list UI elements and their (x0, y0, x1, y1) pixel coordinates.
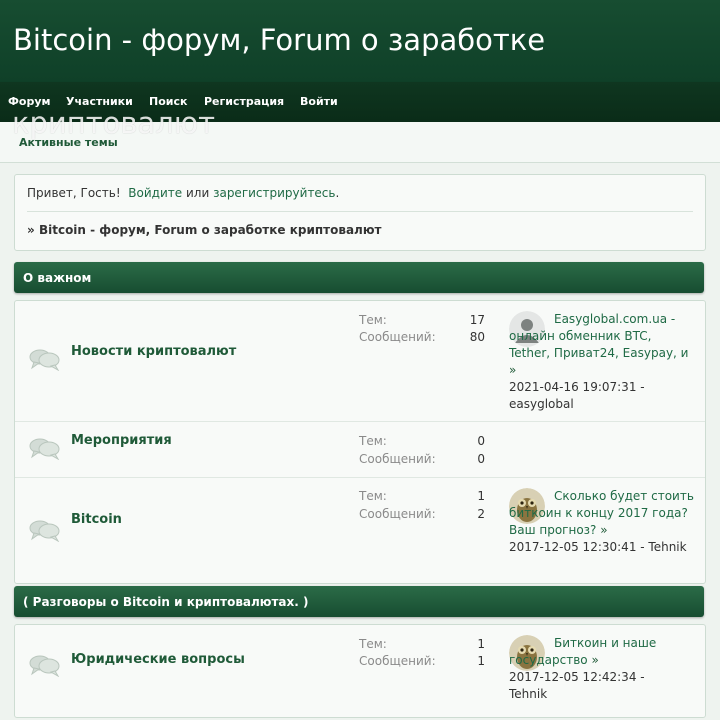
site-header: Bitcoin - форум, Forum о заработке (0, 0, 720, 82)
posts-label: Сообщений: (359, 452, 436, 466)
board-bubbles-icon (29, 653, 61, 677)
topics-label: Тем: (359, 313, 387, 327)
topics-count: 17 (469, 313, 485, 327)
board-row: Новости криптовалют Тем: 17 Сообщений: 8… (15, 301, 705, 421)
topics-count: 0 (477, 434, 485, 448)
divider (27, 211, 693, 212)
board-list-important: Новости криптовалют Тем: 17 Сообщений: 8… (14, 300, 706, 584)
last-post-sep: - (636, 670, 645, 684)
topics-count: 1 (477, 489, 485, 503)
greeting-dot: . (335, 186, 340, 200)
last-post-date: 2017-12-05 12:30:41 (509, 540, 637, 554)
breadcrumb: » Bitcoin - форум, Forum о заработке кри… (27, 223, 381, 237)
login-link[interactable]: Войдите (128, 186, 182, 200)
greeting-or: или (185, 186, 210, 200)
topics-label: Тем: (359, 489, 387, 503)
posts-label: Сообщений: (359, 654, 436, 668)
topics-label: Тем: (359, 637, 387, 651)
last-post-arrow-link[interactable]: » (509, 363, 516, 377)
posts-label: Сообщений: (359, 507, 436, 521)
board-name-link[interactable]: Новости криптовалют (71, 344, 236, 359)
category-title: ( Разговоры о Bitcoin и криптовалютах. ) (23, 595, 309, 609)
site-title-overflow: криптовалют (12, 106, 216, 140)
last-post: Easyglobal.com.ua - онлайн обменник BTC,… (509, 311, 695, 413)
last-post: Сколько будет стоить биткоин к концу 201… (509, 488, 695, 556)
board-row: Юридические вопросы Тем: 1 Сообщений: 1 … (15, 625, 705, 717)
posts-count: 1 (477, 654, 485, 668)
nav-register[interactable]: Регистрация (204, 95, 284, 108)
board-list-talks: Юридические вопросы Тем: 1 Сообщений: 1 … (14, 624, 706, 718)
last-post-date: 2021-04-16 19:07:31 (509, 380, 637, 394)
board-bubbles-icon (29, 347, 61, 371)
last-post-sep: - (636, 540, 649, 554)
nav-login[interactable]: Войти (300, 95, 338, 108)
topics-label: Тем: (359, 434, 387, 448)
breadcrumb-separator: » (27, 223, 35, 237)
last-post-link[interactable]: Биткоин и наше государство (509, 636, 656, 667)
category-header-important[interactable]: О важном (14, 262, 704, 293)
site-title[interactable]: Bitcoin - форум, Forum о заработке (13, 22, 545, 58)
last-post-sep: - (636, 380, 645, 394)
last-post-arrow-link[interactable]: » (591, 653, 598, 667)
category-header-talks[interactable]: ( Разговоры о Bitcoin и криптовалютах. ) (14, 586, 704, 617)
last-post: Биткоин и наше государство » 2017-12-05 … (509, 635, 695, 703)
posts-count: 2 (477, 507, 485, 521)
last-post-date: 2017-12-05 12:42:34 (509, 670, 637, 684)
posts-label: Сообщений: (359, 330, 436, 344)
posts-count: 80 (469, 330, 485, 344)
posts-count: 0 (477, 452, 485, 466)
board-name-link[interactable]: Bitcoin (71, 512, 122, 527)
register-link[interactable]: зарегистрируйтесь (213, 186, 335, 200)
board-row: Bitcoin Тем: 1 Сообщений: 2 Сколько буде… (15, 477, 705, 584)
board-bubbles-icon (29, 436, 61, 460)
board-bubbles-icon (29, 518, 61, 542)
last-post-author: Tehnik (648, 540, 687, 554)
board-row: Мероприятия Тем: 0 Сообщений: 0 (15, 421, 705, 478)
last-post-author: Tehnik (509, 687, 548, 701)
greeting-line: Привет, Гость! Войдите или зарегистрируй… (27, 186, 339, 200)
greeting-text: Привет, Гость! (27, 186, 121, 200)
greeting-box: Привет, Гость! Войдите или зарегистрируй… (14, 174, 706, 251)
last-post-author: easyglobal (509, 397, 574, 411)
breadcrumb-home-link[interactable]: Bitcoin - форум, Forum о заработке крипт… (39, 223, 382, 237)
category-title: О важном (23, 271, 92, 285)
last-post-link[interactable]: Easyglobal.com.ua - онлайн обменник BTC,… (509, 312, 688, 360)
board-name-link[interactable]: Юридические вопросы (71, 652, 245, 667)
last-post-arrow-link[interactable]: » (600, 523, 607, 537)
topics-count: 1 (477, 637, 485, 651)
board-name-link[interactable]: Мероприятия (71, 433, 172, 448)
